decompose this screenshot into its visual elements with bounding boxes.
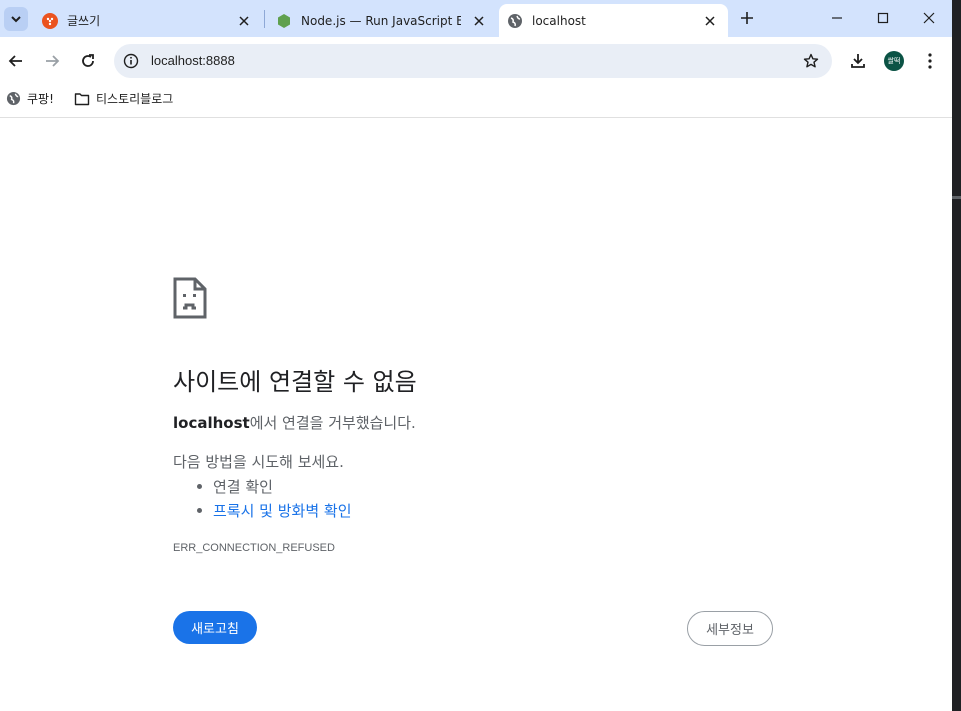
tab-write[interactable]: 글쓰기 bbox=[34, 4, 262, 37]
tab-title: localhost bbox=[532, 13, 586, 28]
minimize-button[interactable] bbox=[825, 6, 849, 30]
chevron-down-icon bbox=[11, 16, 21, 23]
menu-button[interactable] bbox=[918, 49, 942, 73]
suggestion-check-connection: 연결 확인 bbox=[213, 477, 273, 496]
tab-search-button[interactable] bbox=[4, 7, 28, 31]
close-icon[interactable] bbox=[236, 13, 252, 29]
toolbar: localhost:8888 쌀떡 bbox=[0, 37, 952, 84]
reload-button[interactable] bbox=[76, 49, 100, 73]
bookmark-coupang[interactable]: 쿠팡! bbox=[6, 90, 54, 107]
close-icon bbox=[923, 12, 935, 24]
bullet-icon bbox=[197, 507, 202, 513]
profile-avatar[interactable]: 쌀떡 bbox=[884, 51, 904, 71]
forward-button[interactable] bbox=[40, 49, 64, 73]
address-bar[interactable]: localhost:8888 bbox=[114, 44, 832, 78]
star-icon[interactable] bbox=[802, 52, 820, 70]
new-tab-button[interactable] bbox=[737, 8, 757, 28]
bookmark-folder-tistory[interactable]: 티스토리블로그 bbox=[74, 90, 173, 107]
reload-page-button[interactable]: 새로고침 bbox=[173, 611, 257, 644]
list-item: 연결 확인 bbox=[197, 474, 352, 498]
back-button[interactable] bbox=[4, 49, 28, 73]
close-icon[interactable] bbox=[471, 13, 487, 29]
minimize-icon bbox=[832, 17, 842, 19]
error-code: ERR_CONNECTION_REFUSED bbox=[173, 542, 335, 554]
refresh-icon bbox=[82, 54, 94, 67]
tab-localhost[interactable]: localhost bbox=[499, 4, 728, 37]
sad-page-icon bbox=[173, 277, 207, 323]
list-item: 프록시 및 방화벽 확인 bbox=[197, 498, 352, 522]
bookmark-label: 티스토리블로그 bbox=[96, 92, 174, 106]
tab-title: Node.js — Run JavaScript Eve bbox=[301, 13, 461, 28]
tab-strip: 글쓰기 Node.js — Run JavaScript Eve localho… bbox=[0, 0, 952, 37]
suggestion-check-proxy-link[interactable]: 프록시 및 방화벽 확인 bbox=[213, 500, 352, 521]
maximize-button[interactable] bbox=[871, 6, 895, 30]
download-icon bbox=[851, 54, 865, 68]
url-text[interactable]: localhost:8888 bbox=[151, 53, 235, 68]
arrow-left-icon bbox=[8, 55, 22, 67]
bookmarks-bar: 쿠팡! 티스토리블로그 bbox=[0, 84, 952, 118]
arrow-right-icon bbox=[46, 55, 60, 67]
bullet-icon bbox=[197, 483, 202, 489]
folder-icon bbox=[74, 92, 90, 106]
window-edge-mark bbox=[952, 196, 961, 199]
nodejs-icon bbox=[276, 13, 292, 29]
plus-icon bbox=[741, 12, 753, 24]
more-vertical-icon bbox=[928, 53, 932, 69]
suggestions-heading: 다음 방법을 시도해 보세요. bbox=[173, 453, 344, 471]
bookmark-label: 쿠팡! bbox=[27, 92, 54, 106]
error-message-text: 에서 연결을 거부했습니다. bbox=[249, 414, 416, 432]
tab-nodejs[interactable]: Node.js — Run JavaScript Eve bbox=[268, 4, 497, 37]
tab-title: 글쓰기 bbox=[67, 14, 101, 28]
tistory-icon bbox=[42, 12, 58, 29]
info-icon[interactable] bbox=[122, 52, 140, 70]
maximize-icon bbox=[877, 12, 889, 24]
error-title: 사이트에 연결할 수 없음 bbox=[173, 368, 417, 396]
globe-icon bbox=[507, 13, 523, 29]
close-icon[interactable] bbox=[702, 13, 718, 29]
suggestions-list: 연결 확인 프록시 및 방화벽 확인 bbox=[197, 474, 352, 522]
tab-separator bbox=[264, 10, 265, 28]
error-message: localhost에서 연결을 거부했습니다. bbox=[173, 412, 416, 433]
globe-icon bbox=[6, 91, 21, 106]
details-button[interactable]: 세부정보 bbox=[687, 611, 773, 646]
window-edge bbox=[952, 0, 961, 711]
downloads-button[interactable] bbox=[846, 49, 870, 73]
close-window-button[interactable] bbox=[917, 6, 941, 30]
error-host: localhost bbox=[173, 414, 250, 432]
